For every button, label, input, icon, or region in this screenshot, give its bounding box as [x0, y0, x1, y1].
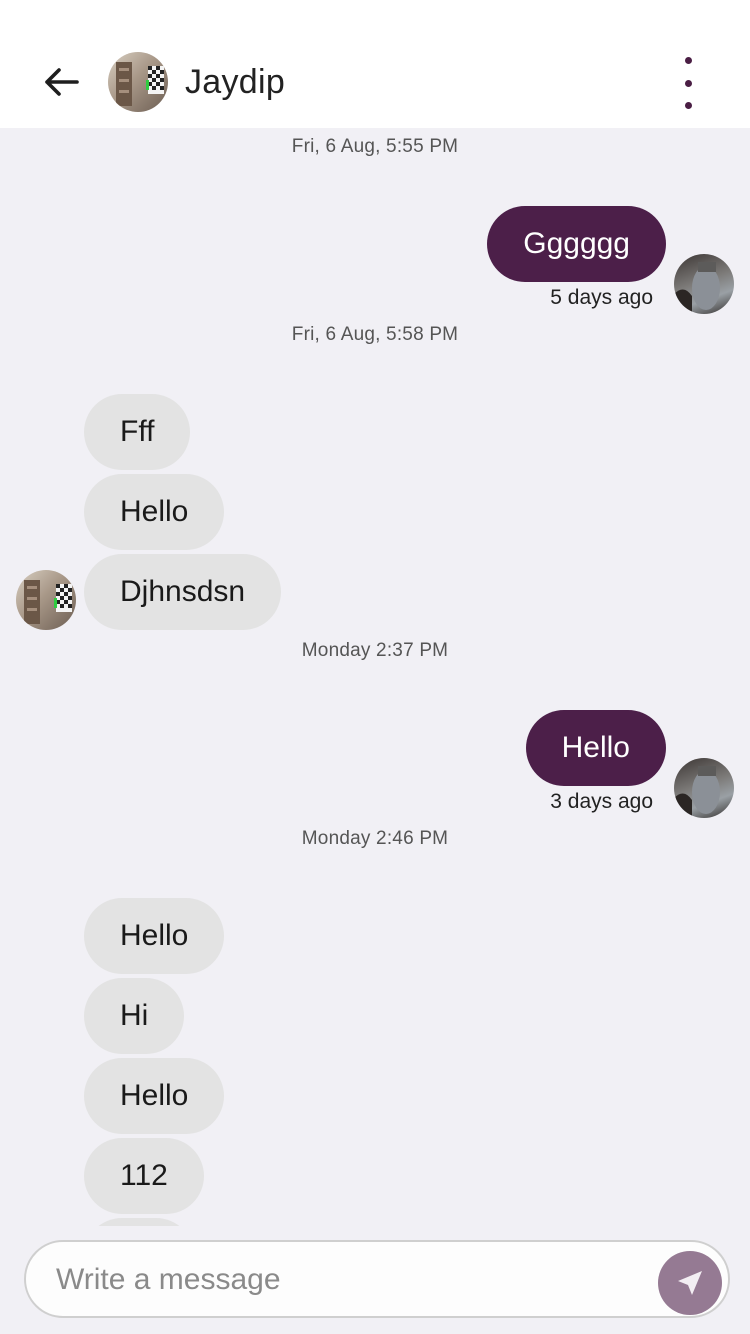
contact-avatar	[16, 570, 76, 630]
more-dot	[684, 102, 692, 109]
send-icon	[678, 1271, 702, 1295]
received-message[interactable]: 112	[84, 1138, 204, 1214]
date-separator: Fri, 6 Aug, 5:55 PM	[291, 136, 459, 157]
contact-avatar[interactable]	[108, 52, 168, 112]
more-options-button[interactable]	[672, 54, 704, 112]
message-composer	[24, 1240, 730, 1318]
date-separator: Monday 2:37 PM	[301, 640, 449, 661]
date-separator: Fri, 6 Aug, 5:58 PM	[291, 324, 459, 345]
received-message[interactable]: Hello	[84, 898, 225, 974]
received-message[interactable]: Djhnsdsn	[84, 554, 282, 630]
my-avatar	[674, 758, 734, 818]
date-separator: Monday 2:46 PM	[301, 828, 449, 849]
received-message[interactable]: Hello	[84, 1058, 225, 1134]
received-message[interactable]: Hello	[84, 474, 225, 550]
message-time: 5 days ago	[550, 286, 653, 309]
contact-name[interactable]: Jaydip	[185, 60, 285, 104]
send-button[interactable]	[658, 1251, 722, 1315]
message-list[interactable]: Fri, 6 Aug, 5:55 PM Gggggg 5 days ago Fr…	[0, 128, 750, 1226]
composer-bar	[0, 1226, 750, 1334]
message-time: 3 days ago	[550, 790, 653, 813]
more-dot	[684, 79, 692, 87]
my-avatar	[674, 254, 734, 314]
message-input[interactable]	[56, 1256, 636, 1304]
sent-message[interactable]: Gggggg	[487, 206, 666, 282]
arrow-left-icon	[45, 68, 79, 96]
received-message[interactable]: Hi	[84, 978, 185, 1054]
more-vertical-icon	[684, 57, 692, 64]
chat-header: Jaydip	[0, 0, 750, 128]
back-button[interactable]	[38, 60, 84, 104]
received-message[interactable]: Fff	[84, 394, 191, 470]
received-message-partial[interactable]	[84, 1218, 194, 1226]
sent-message[interactable]: Hello	[525, 710, 666, 786]
